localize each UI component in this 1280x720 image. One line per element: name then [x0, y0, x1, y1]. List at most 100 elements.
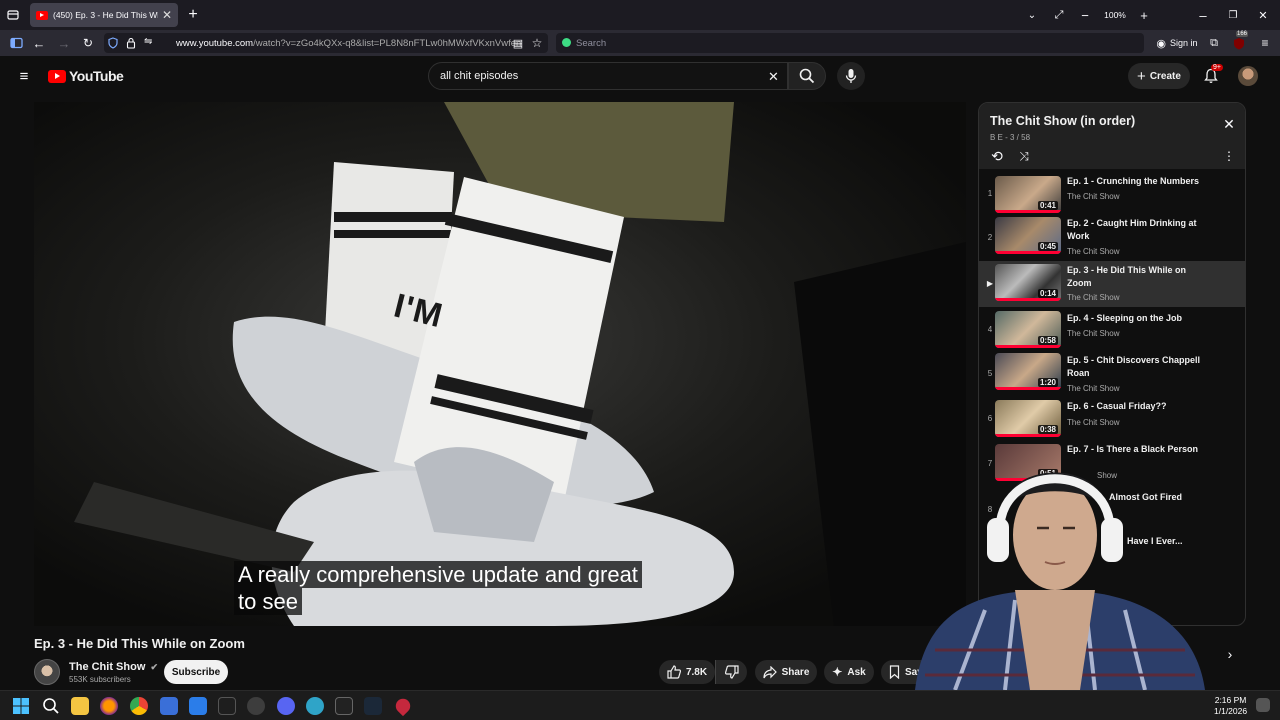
item-channel: The Chit Show [1067, 384, 1120, 393]
notification-center-icon[interactable] [1256, 698, 1270, 712]
forward-arrow-icon[interactable]: → [57, 36, 71, 51]
mail-icon[interactable] [189, 697, 207, 715]
playlist-item-current[interactable]: ▶ 0:14 Ep. 3 - He Did This While on Zoom… [979, 261, 1245, 307]
watched-bar [995, 210, 1061, 213]
ask-button[interactable]: ✦ Ask [824, 660, 874, 684]
item-thumbnail: 0:58 [995, 311, 1061, 348]
thumbs-down-icon [724, 665, 739, 679]
voice-search-button[interactable] [837, 62, 865, 90]
chevron-down-icon[interactable]: ⌄ [1025, 8, 1039, 22]
extensions-icon[interactable]: ⧉ [1207, 36, 1221, 50]
clear-search-icon[interactable]: ✕ [768, 69, 779, 85]
playlist-header: The Chit Show (in order) B E - 3 / 58 ⟲ … [979, 103, 1245, 169]
playlist-item[interactable]: 4 0:58 Ep. 4 - Sleeping on the Job The C… [979, 309, 1245, 353]
new-tab-button[interactable]: + [185, 6, 201, 23]
discord-icon[interactable] [277, 697, 295, 715]
watched-bar [995, 251, 1061, 254]
caption-line-1: A really comprehensive update and great [234, 561, 642, 588]
restore-window-button[interactable]: ❐ [1226, 8, 1240, 22]
hamburger-menu-icon[interactable]: ≡ [16, 68, 32, 85]
playlist-title[interactable]: The Chit Show (in order) [990, 114, 1135, 128]
close-playlist-icon[interactable]: ✕ [1221, 116, 1237, 132]
zoom-level[interactable]: 100% [1100, 8, 1130, 22]
browser-search-field[interactable]: Search [556, 33, 1144, 53]
thumbs-up-icon [667, 665, 681, 679]
playlist-item[interactable]: 6 0:38 Ep. 6 - Casual Friday?? The Chit … [979, 397, 1245, 441]
account-avatar[interactable] [1238, 66, 1258, 86]
share-icon [762, 665, 777, 678]
url-host: www.youtube.com [176, 37, 254, 49]
youtube-logo[interactable]: YouTube [48, 68, 124, 84]
notifications-button[interactable]: 9+ [1202, 64, 1223, 85]
like-button[interactable]: 7.8K [659, 660, 715, 684]
playlist-item[interactable]: 5 1:20 Ep. 5 - Chit Discovers Chappell R… [979, 351, 1245, 397]
subscriber-count: 553K subscribers [69, 675, 131, 684]
streamer-image [915, 472, 1205, 690]
zoom-out-button[interactable]: − [1078, 8, 1092, 23]
video-player[interactable]: I'M [34, 102, 966, 626]
shield-icon[interactable] [108, 37, 118, 49]
fullscreen-icon[interactable]: ⤢ [1052, 8, 1066, 22]
chevron-right-icon[interactable]: › [1222, 646, 1238, 662]
tab-list-icon[interactable] [6, 8, 20, 22]
app-icon[interactable] [247, 697, 265, 715]
bookmark-star-icon[interactable]: ☆ [530, 36, 544, 50]
windows-start-icon[interactable] [12, 697, 30, 715]
store-icon[interactable] [160, 697, 178, 715]
browser-app-icon[interactable] [306, 697, 324, 715]
playlist-item[interactable]: 1 0:41 Ep. 1 - Crunching the Numbers The… [979, 173, 1245, 217]
item-thumbnail: 0:41 [995, 176, 1061, 213]
taskbar-search-icon[interactable] [42, 697, 60, 715]
item-duration: 0:41 [1037, 201, 1058, 210]
terminal-icon[interactable] [218, 697, 236, 715]
item-duration: 0:38 [1037, 425, 1058, 434]
firefox-icon[interactable] [100, 697, 118, 715]
sign-in-button[interactable]: ◉ Sign in [1154, 36, 1200, 50]
reload-icon[interactable]: ↻ [81, 36, 95, 50]
close-tab-icon[interactable]: ✕ [162, 8, 172, 22]
search-input[interactable]: all chit episodes ✕ [428, 62, 788, 90]
reader-view-icon[interactable]: ▤ [511, 36, 525, 50]
search-button[interactable] [788, 62, 826, 90]
channel-avatar[interactable] [34, 659, 60, 685]
zoom-in-button[interactable]: + [1137, 8, 1151, 23]
editor-icon[interactable] [335, 697, 353, 715]
shuffle-icon[interactable]: ⤨ [1015, 149, 1033, 163]
taskbar-clock[interactable]: 2:16 PM 1/1/2026 [1214, 695, 1247, 717]
item-channel: The Chit Show [1067, 329, 1120, 338]
sidebar-icon[interactable] [9, 36, 23, 50]
steam-icon[interactable] [364, 697, 382, 715]
search-engine-icon [562, 38, 571, 47]
tab-active[interactable]: (450) Ep. 3 - He Did This While ✕ [30, 3, 178, 27]
url-bar[interactable]: ⇋ www.youtube.com/watch?v=zGo4kQXx-q8&li… [104, 33, 548, 53]
item-channel: The Chit Show [1067, 192, 1120, 201]
playlist-item[interactable]: 2 0:45 Ep. 2 - Caught Him Drinking at Wo… [979, 215, 1245, 261]
item-duration: 0:14 [1037, 289, 1058, 298]
menu-icon[interactable]: ≡ [1258, 36, 1272, 50]
watched-bar [995, 345, 1061, 348]
lock-icon[interactable] [126, 37, 136, 49]
search-icon [799, 68, 815, 84]
ublock-icon[interactable]: 166 [1232, 31, 1249, 50]
channel-name[interactable]: The Chit Show ✔ [69, 661, 158, 673]
item-thumbnail: 0:14 [995, 264, 1061, 301]
minimize-window-button[interactable]: – [1196, 8, 1210, 23]
back-arrow-icon[interactable]: ← [32, 36, 46, 51]
item-channel: The Chit Show [1067, 293, 1120, 302]
share-button[interactable]: Share [755, 660, 817, 684]
plus-icon: + [1137, 67, 1146, 85]
more-options-icon[interactable]: ⋮ [1221, 149, 1237, 163]
youtube-favicon-icon [36, 10, 48, 20]
chrome-icon[interactable] [130, 697, 148, 715]
create-button[interactable]: + Create [1128, 63, 1190, 89]
subscribe-button[interactable]: Subscribe [164, 660, 228, 684]
permissions-icon[interactable]: ⇋ [144, 36, 152, 47]
youtube-header: ≡ YouTube all chit episodes ✕ + Create 9+ [0, 56, 1280, 96]
caption-line-2: to see [234, 588, 302, 615]
close-window-button[interactable]: ✕ [1256, 8, 1270, 22]
loop-icon[interactable]: ⟲ [988, 148, 1006, 164]
search-query: all chit episodes [440, 70, 519, 82]
dislike-button[interactable] [715, 660, 747, 684]
file-explorer-icon[interactable] [71, 697, 89, 715]
pin-app-icon[interactable] [392, 695, 414, 717]
